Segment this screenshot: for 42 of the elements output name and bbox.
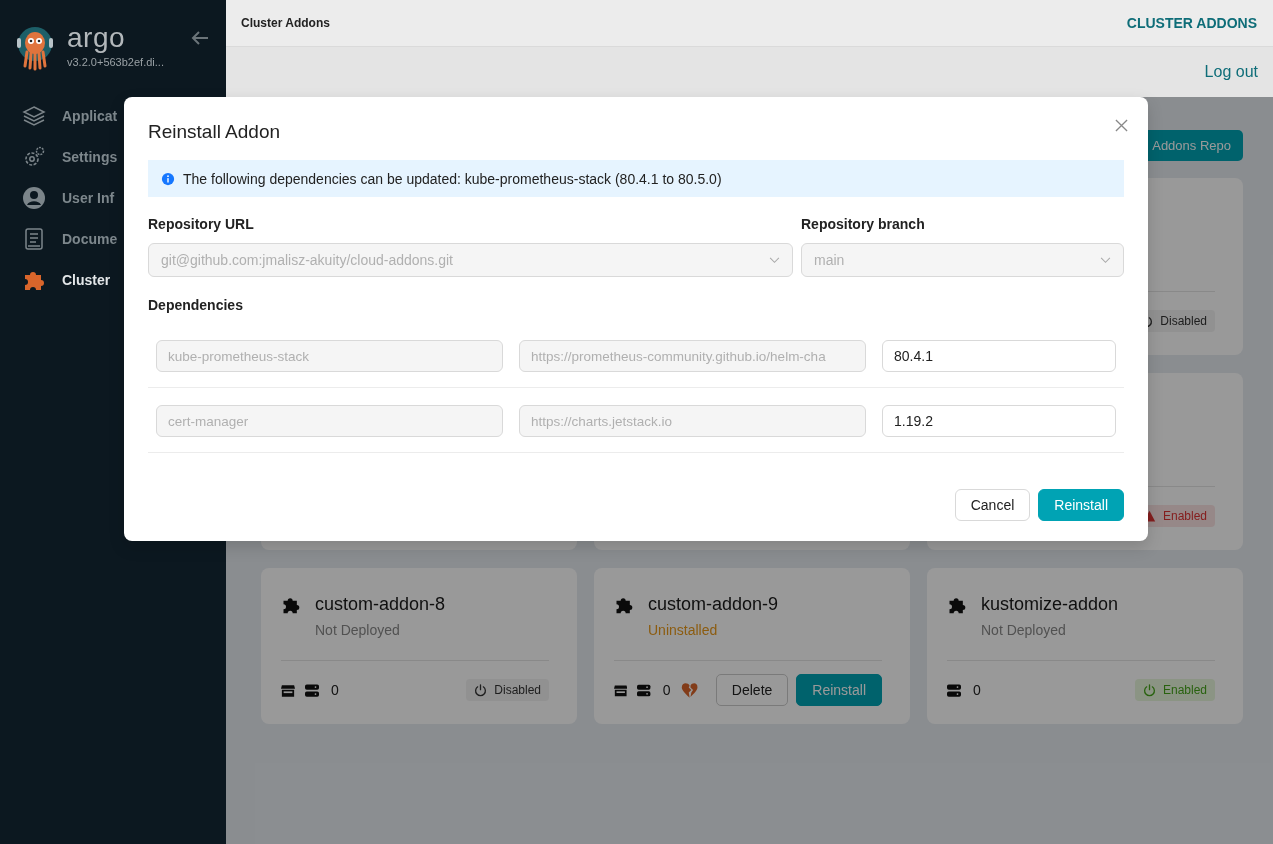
cluster-count: 0: [331, 682, 339, 698]
power-icon: [474, 683, 488, 697]
layers-icon: [22, 103, 46, 128]
version-label: v3.2.0+563b2ef.di...: [67, 56, 164, 68]
cluster-count: 0: [973, 682, 981, 698]
page-title: CLUSTER ADDONS: [1126, 15, 1257, 31]
close-icon[interactable]: [1115, 118, 1128, 132]
user-icon: [22, 185, 46, 210]
cancel-button[interactable]: Cancel: [954, 489, 1031, 521]
addon-status: Uninstalled: [648, 622, 719, 638]
store-icon: [614, 683, 628, 697]
chevron-down-icon: [1100, 256, 1111, 264]
server-icon: [637, 683, 651, 697]
power-icon: [1142, 683, 1156, 697]
field-label: Repository URL: [148, 216, 255, 232]
alert-text: The following dependencies can be updated: kube-prometheus-stack (80.4.1 to 80.5.0): [183, 170, 722, 187]
addon-name: custom-addon-9: [648, 594, 779, 615]
dialog-title: Reinstall Addon: [148, 121, 281, 143]
server-icon: [305, 683, 319, 697]
field-label: Repository branch: [801, 216, 926, 232]
server-icon: [947, 683, 961, 697]
delete-button[interactable]: Delete: [715, 674, 789, 706]
logout-link[interactable]: Log out: [1204, 63, 1258, 81]
chevron-down-icon: [769, 256, 780, 264]
addon-status: Not Deployed: [315, 622, 401, 638]
dependency-version-field[interactable]: 1.19.2: [882, 405, 1116, 437]
addon-name: custom-addon-8: [315, 594, 446, 615]
broken-heart-icon: [680, 682, 698, 698]
gears-icon: [22, 144, 46, 169]
book-icon: [22, 226, 46, 251]
field-label: Dependencies: [148, 297, 244, 313]
brand-name: argo: [67, 22, 127, 54]
store-icon: [281, 683, 295, 697]
addon-status: Not Deployed: [981, 622, 1067, 638]
breadcrumb: Cluster Addons: [241, 16, 330, 30]
addon-name: kustomize-addon: [981, 594, 1119, 615]
reinstall-button[interactable]: Reinstall: [1038, 489, 1124, 521]
status-toggle[interactable]: Disabled: [466, 679, 549, 701]
info-icon: [161, 171, 175, 186]
cluster-count: 0: [662, 682, 671, 698]
dependency-version-field[interactable]: 80.4.1: [882, 340, 1116, 372]
reinstall-button[interactable]: Reinstall: [796, 674, 882, 706]
